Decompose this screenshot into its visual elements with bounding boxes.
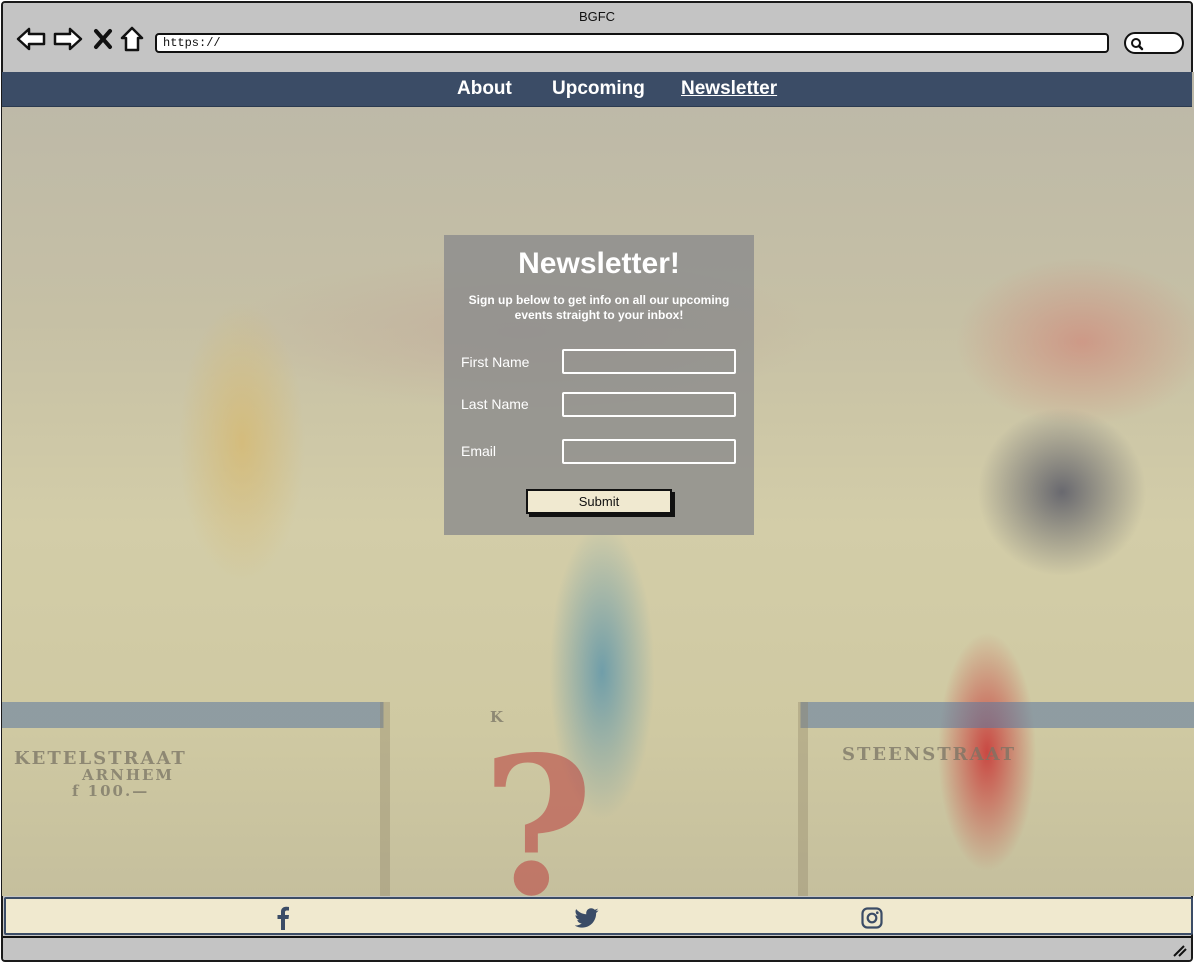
- browser-statusbar: [3, 936, 1191, 960]
- newsletter-title: Newsletter!: [518, 247, 680, 280]
- board-price: f 100.—: [72, 782, 150, 800]
- board-color-strip: [2, 702, 1194, 728]
- nav-item-upcoming[interactable]: Upcoming: [552, 78, 645, 100]
- twitter-icon: [575, 908, 599, 928]
- back-arrow-icon: [16, 27, 46, 51]
- home-icon: [120, 26, 144, 52]
- instagram-link[interactable]: [859, 905, 885, 931]
- last-name-label: Last Name: [461, 396, 529, 412]
- board-cell-divider: [798, 702, 808, 896]
- submit-button[interactable]: Submit: [526, 489, 672, 514]
- board-street-name-right: STEENSTRAAT: [842, 744, 1016, 765]
- board-cell-divider: [380, 702, 390, 896]
- nav-item-newsletter[interactable]: Newsletter: [681, 78, 777, 100]
- back-button[interactable]: [15, 23, 47, 55]
- email-label: Email: [461, 443, 497, 459]
- first-name-label: First Name: [461, 354, 530, 370]
- instagram-icon: [861, 907, 883, 929]
- site-footer: [4, 897, 1193, 935]
- forward-button[interactable]: [52, 23, 84, 55]
- page-content: KETELSTRAAT ARNHEM f 100.— STEENSTRAAT K…: [2, 72, 1194, 896]
- twitter-link[interactable]: [574, 905, 600, 931]
- browser-search-box[interactable]: [1124, 32, 1184, 54]
- search-icon: [1131, 38, 1144, 51]
- browser-titlebar: BGFC https://: [3, 3, 1191, 73]
- facebook-icon: [277, 906, 289, 930]
- url-bar[interactable]: https://: [155, 33, 1109, 53]
- last-name-field[interactable]: [562, 392, 736, 417]
- newsletter-subtitle: Sign up below to get info on all our upc…: [468, 293, 730, 322]
- nav-item-about[interactable]: About: [457, 78, 512, 100]
- stop-button[interactable]: [87, 23, 119, 55]
- newsletter-card: Newsletter! Sign up below to get info on…: [444, 235, 754, 535]
- close-icon: [94, 29, 112, 49]
- resize-grip-icon[interactable]: [1171, 943, 1187, 957]
- site-navbar: About Upcoming Newsletter: [2, 72, 1192, 107]
- window-title: BGFC: [578, 9, 616, 24]
- question-mark-graphic: ?: [482, 715, 594, 897]
- first-name-field[interactable]: [562, 349, 736, 374]
- home-button[interactable]: [116, 23, 148, 55]
- email-field[interactable]: [562, 439, 736, 464]
- forward-arrow-icon: [53, 27, 83, 51]
- facebook-link[interactable]: [270, 905, 296, 931]
